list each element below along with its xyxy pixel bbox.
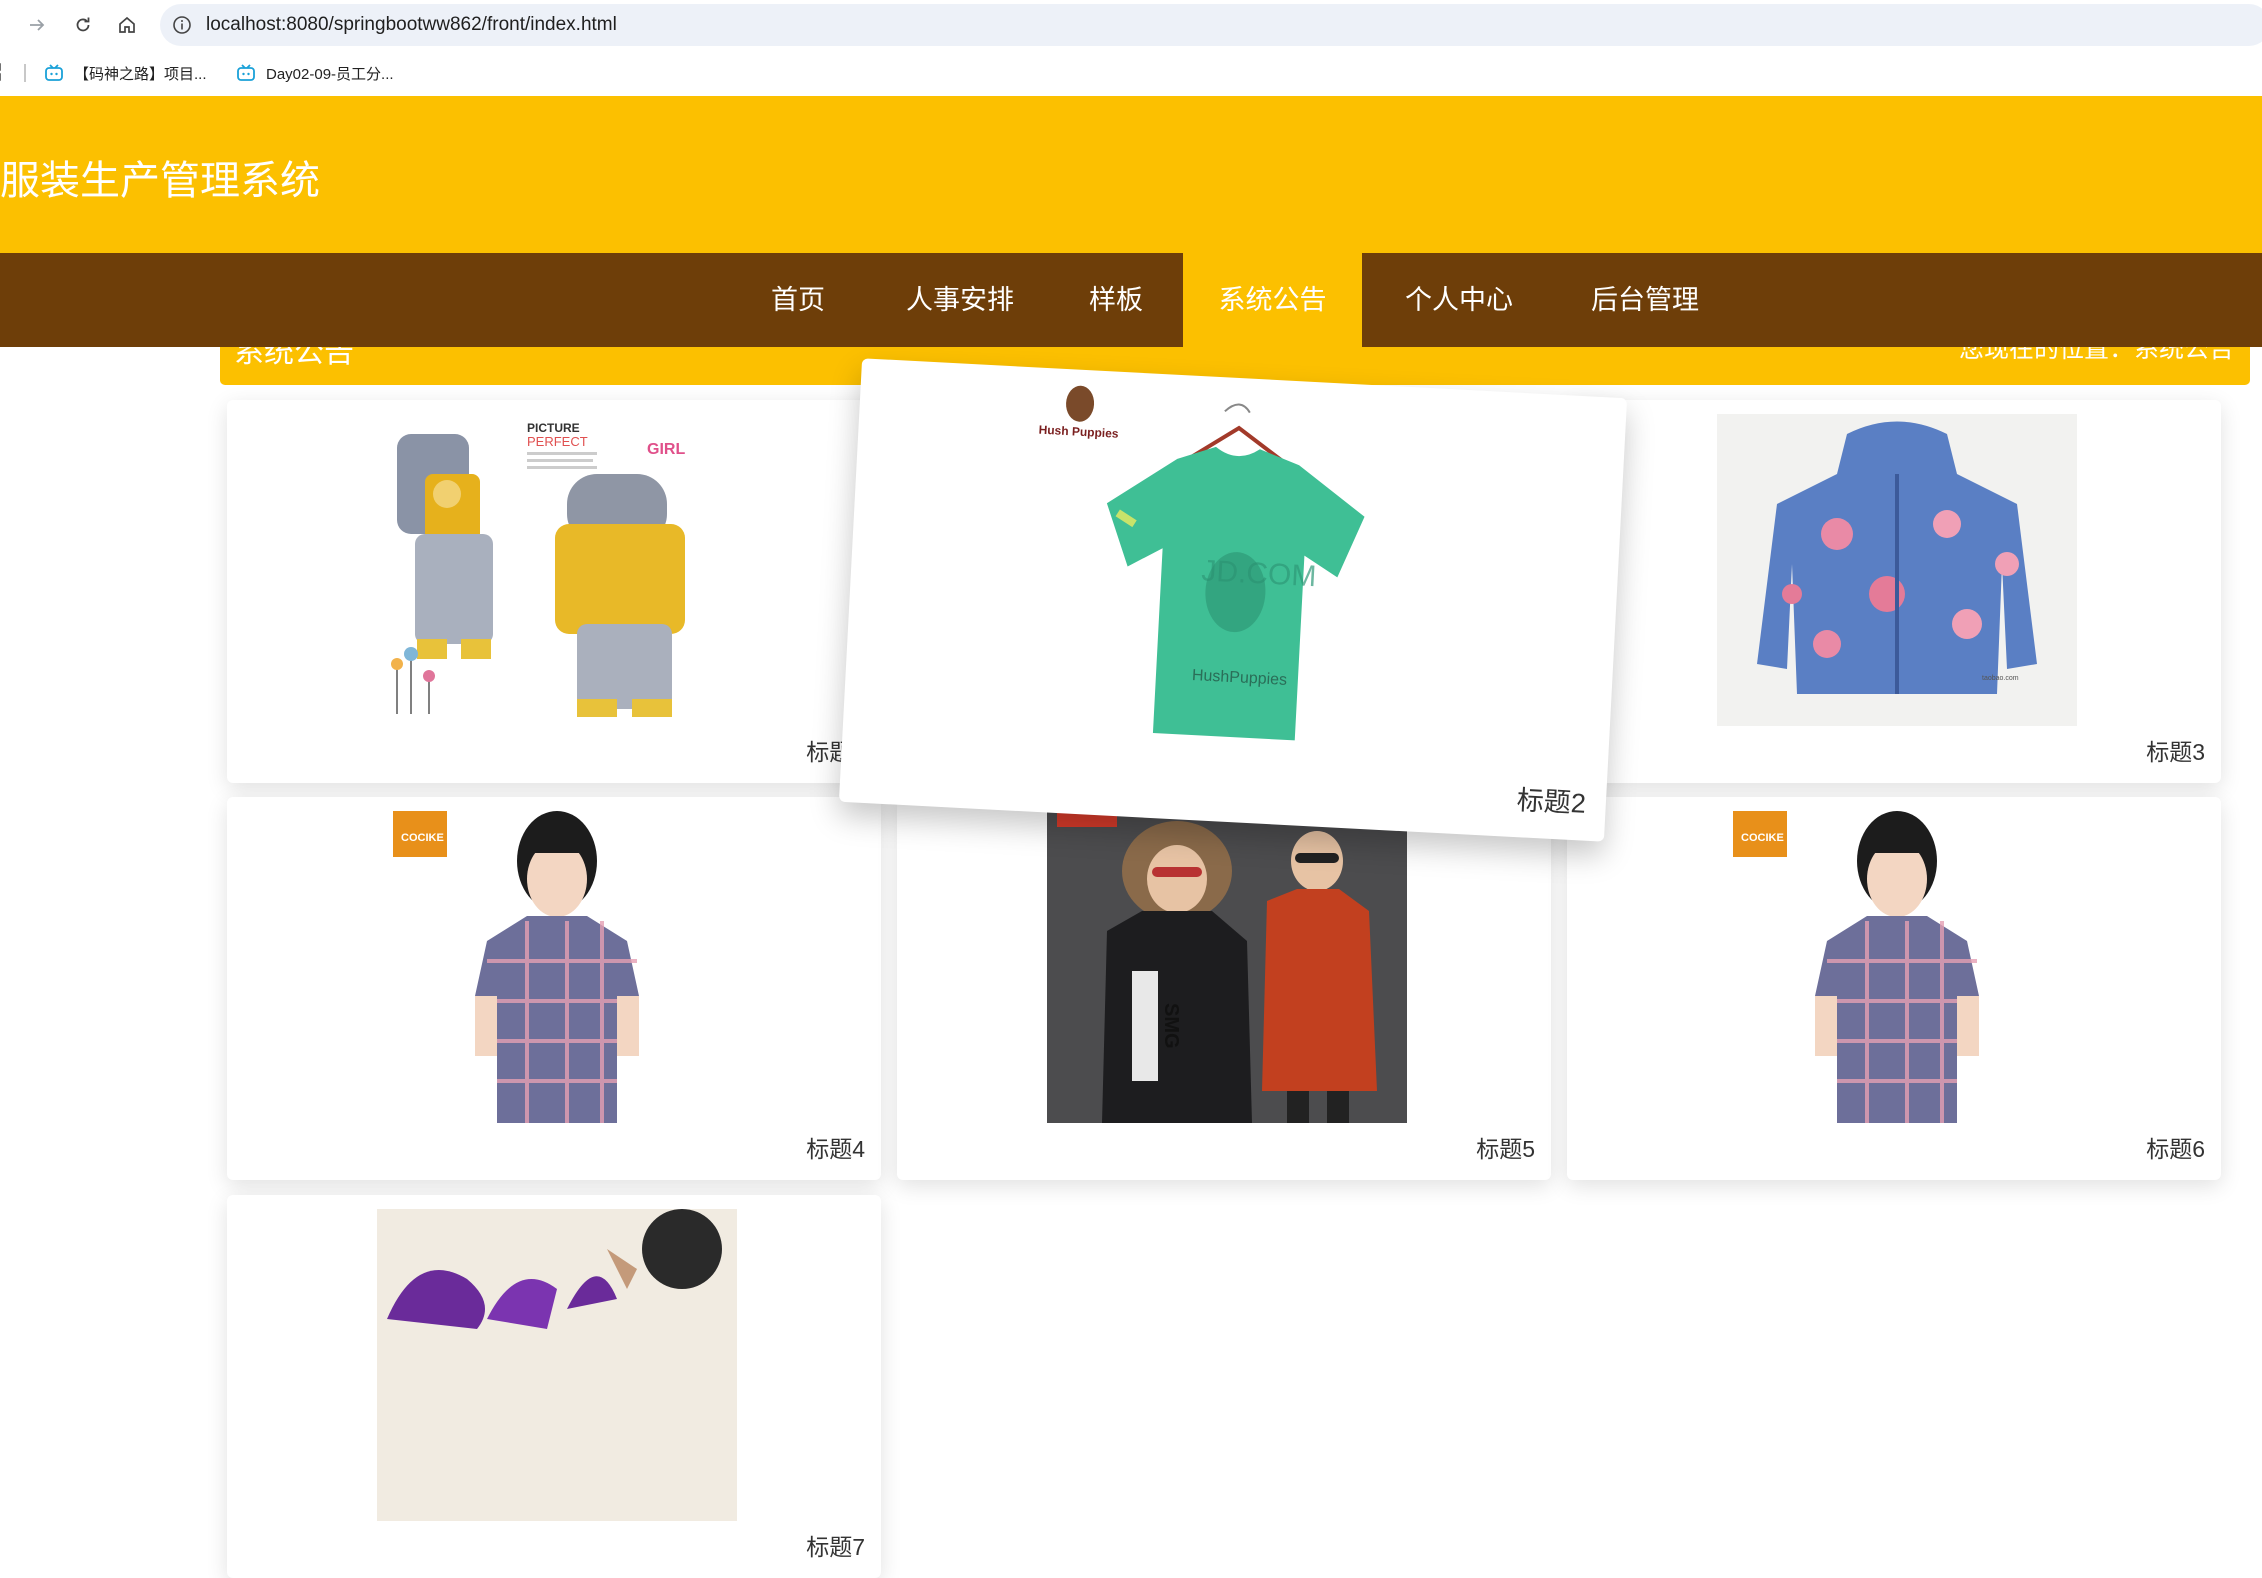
card-caption: 标题7 [806, 1534, 865, 1560]
apps-grid-icon[interactable] [0, 62, 8, 84]
svg-text:COCIKE: COCIKE [401, 832, 444, 844]
bookmark-item[interactable]: Day02-09-员工分... [236, 62, 394, 84]
site-info-icon[interactable] [172, 15, 192, 35]
purple-graffiti-image [377, 1209, 737, 1521]
card-caption: 标题4 [806, 1136, 865, 1162]
home-icon[interactable] [112, 10, 142, 40]
svg-text:GIRL: GIRL [647, 441, 685, 458]
svg-text:COCIKE: COCIKE [1741, 832, 1784, 844]
green-tshirt-image: Hush Puppies JD.COM HushPuppies [1021, 381, 1441, 779]
notice-card[interactable]: 标题7 [227, 1195, 881, 1578]
nav-personnel[interactable]: 人事安排 [890, 253, 1030, 347]
notice-card[interactable]: COCIKE 标题6 [1567, 797, 2221, 1180]
nav-admin[interactable]: 后台管理 [1578, 253, 1712, 347]
reload-icon[interactable] [68, 10, 98, 40]
nav-home[interactable]: 首页 [750, 253, 846, 347]
plaid-shirt-girl-image: COCIKE [377, 811, 737, 1123]
main-nav: 首页 人事安排 样板 系统公告 个人中心 后台管理 [0, 253, 2262, 347]
svg-text:SMG: SMG [1160, 1003, 1182, 1049]
notice-card[interactable]: COCIKE 标题4 [227, 797, 881, 1180]
svg-text:PICTURE: PICTURE [527, 421, 580, 435]
bilibili-icon [45, 64, 63, 81]
url-text[interactable]: localhost:8080/springbootww862/front/ind… [206, 14, 617, 36]
breadcrumb: 您现在的位置：系统公告 [1958, 347, 2234, 363]
card-caption: 标题2 [1516, 785, 1587, 819]
site-title: 服装生产管理系统 [0, 159, 320, 203]
notice-card[interactable]: taobao.com 标题3 [1567, 400, 2221, 783]
bookmark-item[interactable]: 【码神之路】项目... [44, 62, 207, 84]
plaid-shirt-girl-image: COCIKE [1717, 811, 2077, 1123]
nav-announcements[interactable]: 系统公告 [1183, 253, 1362, 347]
bookmark-label: Day02-09-员工分... [266, 65, 394, 83]
baby-clothes-set-image: PICTURE PERFECT GIRL [377, 414, 737, 726]
bookmarks-separator [24, 64, 26, 82]
nav-samples[interactable]: 样板 [1070, 253, 1162, 347]
notice-card[interactable]: PICTURE PERFECT GIRL 标题1 [227, 400, 881, 783]
card-caption: 标题6 [2146, 1136, 2205, 1162]
nav-personal-center[interactable]: 个人中心 [1392, 253, 1526, 347]
bookmark-label: 【码神之路】项目... [74, 65, 207, 83]
svg-text:PERFECT: PERFECT [527, 434, 588, 449]
notice-card[interactable]: SMG 标题5 [897, 797, 1551, 1180]
bilibili-icon [237, 64, 255, 81]
card-caption: 标题5 [1476, 1136, 1535, 1162]
section-title: 系统公告 [234, 347, 354, 369]
browser-toolbar: localhost:8080/springbootww862/front/ind… [0, 0, 2262, 50]
kids-winter-coats-image: SMG [1047, 811, 1407, 1123]
svg-text:taobao.com: taobao.com [1982, 675, 2019, 682]
notice-card-hovered[interactable]: Hush Puppies JD.COM HushPuppies 标题2 [838, 358, 1628, 842]
address-bar[interactable]: localhost:8080/springbootww862/front/ind… [160, 4, 2262, 46]
floral-jacket-image: taobao.com [1717, 414, 2077, 726]
card-caption: 标题3 [2146, 739, 2205, 765]
forward-icon[interactable] [22, 10, 52, 40]
bookmarks-bar: 【码神之路】项目... Day02-09-员工分... [0, 50, 2262, 96]
site-header: 服装生产管理系统 [0, 96, 2262, 254]
